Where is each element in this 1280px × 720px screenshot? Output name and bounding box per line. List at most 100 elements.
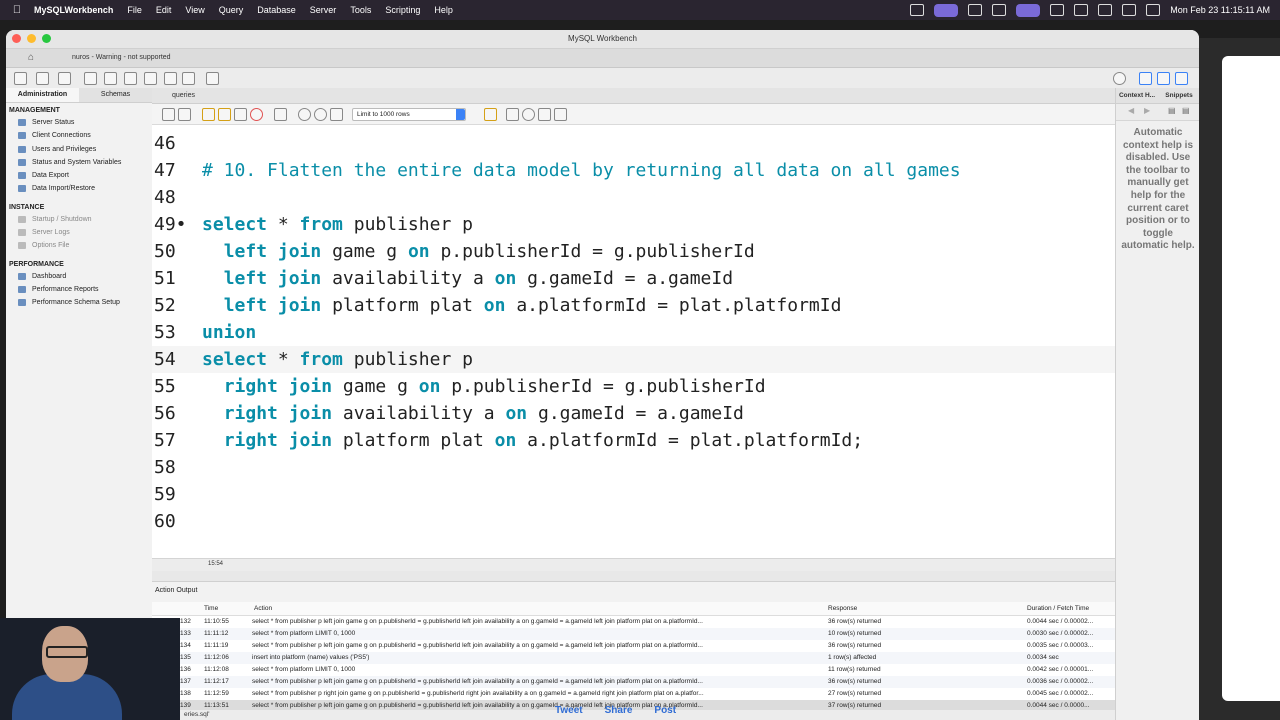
sidebar-item-data-import[interactable]: Data Import/Restore bbox=[6, 182, 152, 195]
sidebar-item-server-status[interactable]: Server Status bbox=[6, 116, 152, 129]
code-line[interactable]: 54 select * from publisher p bbox=[152, 346, 1115, 373]
inspector-icon[interactable] bbox=[58, 72, 71, 85]
apple-icon[interactable]:  bbox=[0, 4, 34, 16]
open-file-icon[interactable] bbox=[162, 108, 175, 121]
stop-icon[interactable] bbox=[250, 108, 263, 121]
commit-icon[interactable] bbox=[298, 108, 311, 121]
toggle-sidebar-icon[interactable] bbox=[1139, 72, 1152, 85]
code-line[interactable]: 50 left join game g on p.publisherId = g… bbox=[152, 238, 1115, 265]
table-row[interactable]: 137 11:12:17 select * from publisher p lef… bbox=[152, 676, 1115, 688]
sidebar-item-startup-shutdown[interactable]: Startup / Shutdown bbox=[6, 213, 152, 226]
col-action[interactable]: Action bbox=[254, 602, 272, 615]
share-button[interactable]: Share bbox=[605, 705, 633, 716]
create-function-icon[interactable] bbox=[164, 72, 177, 85]
wrap-lines-icon[interactable] bbox=[554, 108, 567, 121]
rollback-icon[interactable] bbox=[314, 108, 327, 121]
table-row[interactable]: 135 11:12:06 insert into platform (name) v… bbox=[152, 652, 1115, 664]
code-line[interactable]: 52 left join platform plat on a.platform… bbox=[152, 292, 1115, 319]
menubar-clock[interactable]: Mon Feb 23 11:15:11 AM bbox=[1170, 5, 1270, 15]
bookmark-star-icon[interactable] bbox=[484, 108, 497, 121]
zoom-window-icon[interactable] bbox=[42, 34, 51, 43]
create-procedure-icon[interactable] bbox=[144, 72, 157, 85]
auto-help-icon[interactable]: ▤ bbox=[1182, 106, 1190, 115]
sidebar-item-dashboard[interactable]: Dashboard bbox=[6, 270, 152, 283]
volume-icon[interactable] bbox=[1050, 4, 1065, 16]
toggle-secondary-sidebar-icon[interactable] bbox=[1175, 72, 1188, 85]
code-line[interactable]: 46 bbox=[152, 130, 1115, 157]
code-line[interactable]: 57 right join platform plat on a.platfor… bbox=[152, 427, 1115, 454]
execute-statement-icon[interactable] bbox=[218, 108, 231, 121]
execute-icon[interactable] bbox=[202, 108, 215, 121]
menu-edit[interactable]: Edit bbox=[156, 5, 172, 15]
tab-queries[interactable]: queries bbox=[158, 88, 195, 103]
screen-mirror-icon[interactable] bbox=[1016, 3, 1041, 17]
reconnect-icon[interactable] bbox=[206, 72, 219, 85]
minimize-window-icon[interactable] bbox=[27, 34, 36, 43]
back-arrow-icon[interactable]: ◀ bbox=[1128, 106, 1134, 115]
table-row[interactable]: 134 11:11:19 select * from publisher p lef… bbox=[152, 640, 1115, 652]
code-line[interactable]: 55 right join game g on p.publisherId = … bbox=[152, 373, 1115, 400]
open-sql-script-icon[interactable] bbox=[36, 72, 49, 85]
sidebar-item-users-privileges[interactable]: Users and Privileges bbox=[6, 143, 152, 156]
code-line[interactable]: 51 left join availability a on g.gameId … bbox=[152, 265, 1115, 292]
home-icon[interactable]: ⌂ bbox=[28, 52, 34, 63]
menu-view[interactable]: View bbox=[185, 5, 204, 15]
find-icon[interactable] bbox=[522, 108, 535, 121]
menu-server[interactable]: Server bbox=[310, 5, 337, 15]
settings-gear-icon[interactable] bbox=[1113, 72, 1126, 85]
screen-record-icon[interactable] bbox=[934, 3, 959, 17]
sidebar-item-status-variables[interactable]: Status and System Variables bbox=[6, 156, 152, 169]
invisible-chars-icon[interactable] bbox=[538, 108, 551, 121]
panel-splitter[interactable] bbox=[152, 571, 1115, 582]
col-duration[interactable]: Duration / Fetch Time bbox=[1027, 602, 1089, 615]
connection-tab[interactable]: nuros - Warning - not supported bbox=[64, 49, 212, 67]
code-line[interactable]: 53 union bbox=[152, 319, 1115, 346]
sidebar-item-options-file[interactable]: Options File bbox=[6, 239, 152, 252]
sidebar-item-data-export[interactable]: Data Export bbox=[6, 169, 152, 182]
forward-arrow-icon[interactable]: ▶ bbox=[1144, 106, 1150, 115]
toggle-output-icon[interactable] bbox=[1157, 72, 1170, 85]
code-line[interactable]: 60 bbox=[152, 508, 1115, 535]
col-response[interactable]: Response bbox=[828, 602, 857, 615]
table-row[interactable]: 132 11:10:55 select * from publisher p lef… bbox=[152, 616, 1115, 628]
table-row[interactable]: 136 11:12:08 select * from platform LIMIT … bbox=[152, 664, 1115, 676]
tab-administration[interactable]: Administration bbox=[6, 88, 79, 102]
menu-tools[interactable]: Tools bbox=[350, 5, 371, 15]
status-icon[interactable] bbox=[910, 4, 925, 16]
beautify-icon[interactable] bbox=[506, 108, 519, 121]
save-icon[interactable] bbox=[178, 108, 191, 121]
app-menu[interactable]: MySQLWorkbench bbox=[34, 5, 113, 15]
bluetooth-icon[interactable] bbox=[1074, 4, 1089, 16]
toggle-error-icon[interactable] bbox=[274, 108, 287, 121]
sidebar-item-server-logs[interactable]: Server Logs bbox=[6, 226, 152, 239]
tab-snippets[interactable]: Snippets bbox=[1158, 88, 1199, 103]
output-type-select[interactable]: Action Output bbox=[155, 587, 197, 594]
sidebar-item-performance-schema[interactable]: Performance Schema Setup bbox=[6, 296, 152, 309]
menu-help[interactable]: Help bbox=[434, 5, 453, 15]
tab-schemas[interactable]: Schemas bbox=[79, 88, 152, 102]
create-table-icon[interactable] bbox=[104, 72, 117, 85]
menu-file[interactable]: File bbox=[127, 5, 142, 15]
create-view-icon[interactable] bbox=[124, 72, 137, 85]
wifi-icon[interactable] bbox=[1098, 4, 1113, 16]
control-center-icon[interactable] bbox=[1146, 4, 1161, 16]
autocommit-icon[interactable] bbox=[330, 108, 343, 121]
table-row[interactable]: 133 11:11:12 select * from platform LIMIT … bbox=[152, 628, 1115, 640]
sidebar-item-client-connections[interactable]: Client Connections bbox=[6, 129, 152, 142]
limit-rows-select[interactable]: Limit to 1000 rows bbox=[352, 108, 466, 121]
explain-icon[interactable] bbox=[234, 108, 247, 121]
sql-editor[interactable]: 46 47 # 10. Flatten the entire data model … bbox=[152, 125, 1115, 558]
post-button[interactable]: Post bbox=[654, 705, 676, 716]
code-line[interactable]: 56 right join availability a on g.gameId… bbox=[152, 400, 1115, 427]
sidebar-item-performance-reports[interactable]: Performance Reports bbox=[6, 283, 152, 296]
code-line[interactable]: 48 bbox=[152, 184, 1115, 211]
close-window-icon[interactable] bbox=[12, 34, 21, 43]
menu-scripting[interactable]: Scripting bbox=[385, 5, 420, 15]
code-line[interactable]: 59 bbox=[152, 481, 1115, 508]
manual-help-icon[interactable]: ▤ bbox=[1168, 106, 1176, 115]
menu-query[interactable]: Query bbox=[219, 5, 244, 15]
code-line[interactable]: 58 bbox=[152, 454, 1115, 481]
time-machine-icon[interactable] bbox=[1122, 4, 1137, 16]
tab-context-help[interactable]: Context H... bbox=[1116, 88, 1158, 103]
display-icon[interactable] bbox=[968, 4, 983, 16]
